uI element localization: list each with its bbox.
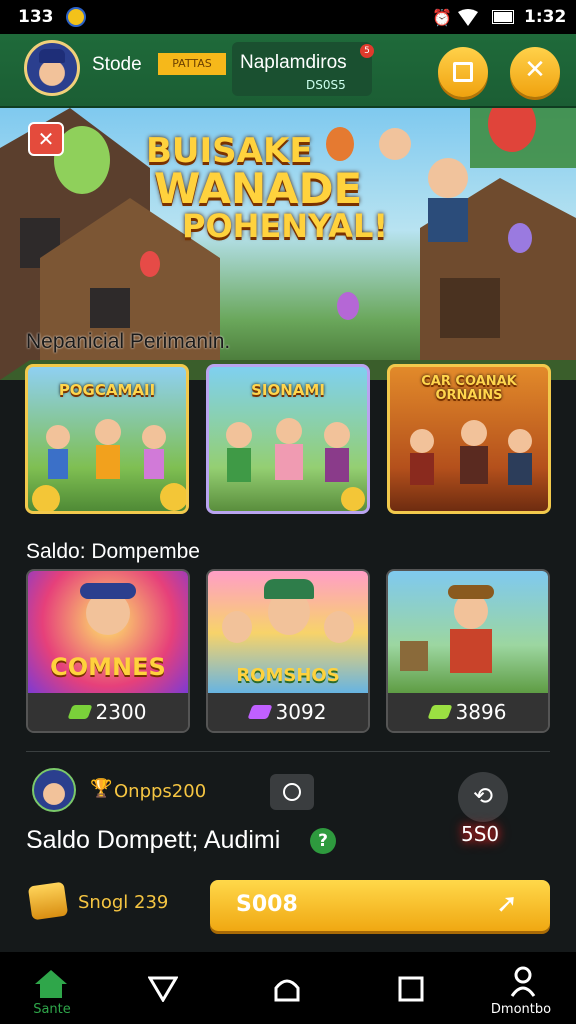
shop-price: 3092 xyxy=(208,693,368,731)
account-id: DS0S5 xyxy=(306,78,346,92)
card-art xyxy=(32,419,186,511)
wifi-icon xyxy=(458,9,478,26)
shop-section-title: Saldo: Dompembe xyxy=(26,540,200,563)
avatar[interactable] xyxy=(24,40,80,96)
shop-item-2[interactable]: ROMSHOS 3092 xyxy=(206,569,370,733)
banner-close-button[interactable]: ✕ xyxy=(28,122,64,156)
divider xyxy=(26,751,550,752)
shop-price: 2300 xyxy=(28,693,188,731)
wallet-avatar[interactable] xyxy=(32,768,76,812)
featured-card-2[interactable]: SIONAMI xyxy=(206,364,370,514)
close-icon: ✕ xyxy=(524,55,546,85)
alarm-icon: ⏰ xyxy=(432,8,452,27)
account-name: Naplamdiros xyxy=(240,52,347,73)
send-icon: ➚ xyxy=(496,889,518,919)
sync-icon: ⟲ xyxy=(472,782,494,810)
shop-art: COMNES xyxy=(28,571,188,695)
coins-value: Snogl 239 xyxy=(78,892,169,913)
cards-button[interactable] xyxy=(438,47,488,97)
status-bar: 133 ⏰ 1:32 xyxy=(0,0,576,34)
timer-icon xyxy=(283,783,301,801)
nav-home[interactable]: Sante xyxy=(0,952,110,1024)
featured-card-1[interactable]: POGCAMAII xyxy=(25,364,189,514)
coin-stack-icon xyxy=(27,881,69,921)
card-title: POGCAMAII xyxy=(58,381,156,399)
notification-icon xyxy=(66,7,86,27)
back-triangle-icon xyxy=(148,976,178,1002)
timer-button[interactable] xyxy=(270,774,314,810)
banner-close-icon: ✕ xyxy=(37,127,55,151)
gem-icon xyxy=(426,705,453,719)
battery-icon xyxy=(492,10,514,24)
gem-icon xyxy=(66,705,93,719)
nav-back[interactable] xyxy=(108,952,218,1024)
shop-art: ROMSHOS xyxy=(208,571,368,695)
card-art xyxy=(226,418,365,511)
action-button[interactable]: S008 ➚ xyxy=(210,880,550,931)
banner-headline: BUISAKE WANADE POHENYAL! xyxy=(146,134,388,242)
shop-art-label: ROMSHOS xyxy=(236,665,340,686)
shop-art xyxy=(388,571,548,695)
sync-count: 5S0 xyxy=(461,822,500,846)
close-button[interactable]: ✕ xyxy=(510,47,560,97)
card-art xyxy=(410,420,532,485)
notification-count-badge: 5 xyxy=(360,44,374,58)
card-title: SIONAMI xyxy=(251,381,325,399)
bottom-nav: Sante Dmontbo xyxy=(0,952,576,1024)
gem-icon xyxy=(246,705,273,719)
sync-button[interactable]: ⟲ xyxy=(458,772,508,822)
wallet-balance-label: Saldo Dompett; Audimi xyxy=(26,826,281,854)
home-circle-icon xyxy=(274,979,300,1002)
nav-home-label: Sante xyxy=(33,1002,71,1017)
price-value: 2300 xyxy=(95,700,147,724)
nav-profile-label: Dmontbo xyxy=(490,1002,552,1017)
headline-line-2: WANADE xyxy=(154,164,363,213)
app-header: Stode PATTAS Naplamdiros DS0S5 5 ✕ xyxy=(0,34,576,108)
profile-icon xyxy=(510,966,536,997)
nav-profile[interactable]: Dmontbo xyxy=(466,952,576,1024)
featured-section-title: Nepanicial Perimanin. xyxy=(26,330,231,353)
trophy-icon: 🏆 xyxy=(90,778,113,799)
price-value: 3896 xyxy=(455,700,507,724)
shop-art-label: COMNES xyxy=(50,653,166,681)
headline-line-3: POHENYAL! xyxy=(182,207,388,245)
shop-price: 3896 xyxy=(388,693,548,731)
action-button-label: S008 xyxy=(236,892,298,917)
header-badge: PATTAS xyxy=(158,53,226,75)
header-title: Stode xyxy=(92,54,142,75)
nav-home-circle[interactable] xyxy=(232,952,342,1024)
home-icon xyxy=(35,970,67,998)
shop-item-1[interactable]: COMNES 2300 xyxy=(26,569,190,733)
headline-line-1: BUISAKE xyxy=(146,131,313,171)
status-time-left: 133 xyxy=(18,7,54,27)
card-icon xyxy=(453,62,473,82)
points-value: Onpps200 xyxy=(114,781,207,802)
price-value: 3092 xyxy=(275,700,327,724)
recents-square-icon xyxy=(398,976,424,1002)
featured-card-3[interactable]: CAR COANAK ORNAINS xyxy=(387,364,551,514)
shop-item-3[interactable]: 3896 xyxy=(386,569,550,733)
nav-recents[interactable] xyxy=(356,952,466,1024)
status-time-right: 1:32 xyxy=(524,7,567,27)
card-title: CAR COANAK ORNAINS xyxy=(421,374,517,404)
help-icon[interactable]: ? xyxy=(310,828,336,854)
